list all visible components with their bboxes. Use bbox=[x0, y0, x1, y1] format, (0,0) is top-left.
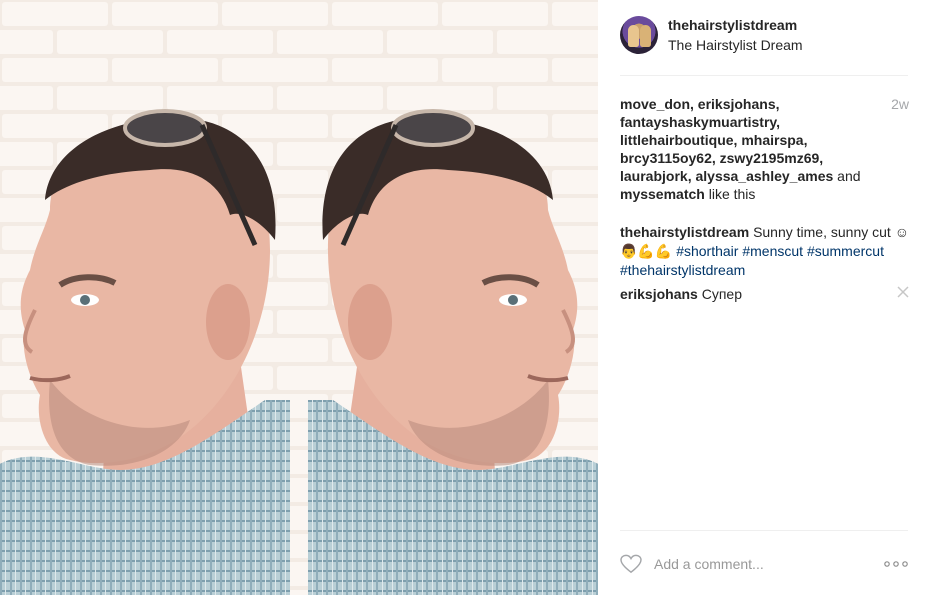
close-icon[interactable] bbox=[896, 285, 910, 299]
like-user[interactable]: alyssa_ashley_ames bbox=[695, 168, 833, 184]
avatar[interactable] bbox=[620, 16, 658, 54]
post-header: thehairstylistdream The Hairstylist Drea… bbox=[620, 0, 908, 76]
author-username[interactable]: thehairstylistdream bbox=[668, 17, 797, 33]
hashtag-link[interactable]: #summercut bbox=[807, 243, 884, 259]
caption-username[interactable]: thehairstylistdream bbox=[620, 224, 749, 240]
avatar-figure-left bbox=[628, 25, 639, 47]
like-user[interactable]: littlehairboutique, bbox=[620, 132, 737, 148]
post-modal: thehairstylistdream The Hairstylist Drea… bbox=[0, 0, 931, 595]
hashtag-link[interactable]: #menscut bbox=[742, 243, 803, 259]
post-footer bbox=[620, 530, 908, 596]
post-caption: thehairstylistdream Sunny time, sunny cu… bbox=[620, 223, 910, 280]
avatar-figure-right bbox=[640, 25, 651, 47]
like-user[interactable]: mhairspa, bbox=[741, 132, 807, 148]
author-full-name: The Hairstylist Dream bbox=[668, 37, 803, 53]
likes-suffix: like this bbox=[708, 186, 756, 202]
like-user[interactable]: laurabjork, bbox=[620, 168, 692, 184]
comment-text: Супер bbox=[701, 286, 742, 302]
comment-item: eriksjohans Супер bbox=[620, 285, 910, 303]
hashtag-link[interactable]: #shorthair bbox=[676, 243, 738, 259]
like-user[interactable]: zswy2195mz69, bbox=[720, 150, 824, 166]
caption-text: Sunny time, sunny cut bbox=[753, 224, 891, 240]
like-user[interactable]: move_don, bbox=[620, 96, 694, 112]
like-user[interactable]: eriksjohans, bbox=[698, 96, 780, 112]
add-comment-input[interactable] bbox=[654, 553, 874, 575]
like-user[interactable]: fantayshaskymuartistry, bbox=[620, 114, 780, 130]
heart-icon[interactable] bbox=[620, 554, 642, 574]
post-photo[interactable] bbox=[0, 0, 598, 595]
photo-illustration bbox=[0, 0, 598, 595]
likes-and-text: and bbox=[837, 168, 861, 184]
likes-summary: move_don, eriksjohans, fantayshaskymuart… bbox=[620, 95, 882, 203]
like-user[interactable]: myssematch bbox=[620, 186, 705, 202]
like-user[interactable]: brcy3115oy62, bbox=[620, 150, 716, 166]
hashtag-link[interactable]: #thehairstylistdream bbox=[620, 262, 745, 278]
post-details-panel: thehairstylistdream The Hairstylist Drea… bbox=[598, 0, 931, 595]
more-options-icon[interactable] bbox=[884, 561, 908, 567]
post-timestamp[interactable]: 2w bbox=[891, 96, 909, 112]
comment-username[interactable]: eriksjohans bbox=[620, 286, 698, 302]
